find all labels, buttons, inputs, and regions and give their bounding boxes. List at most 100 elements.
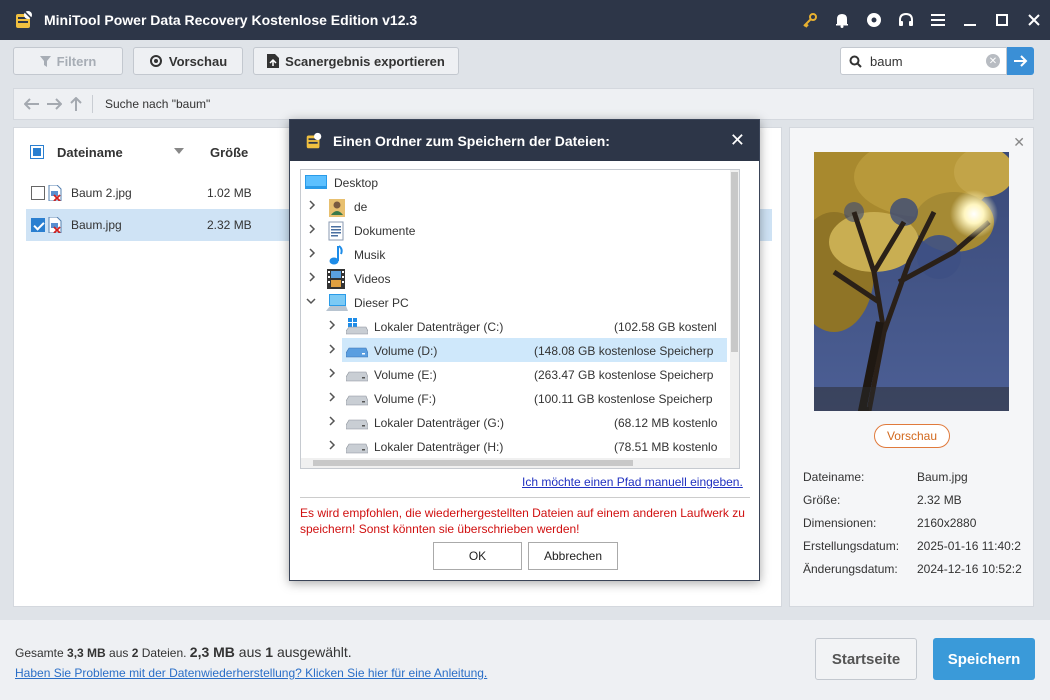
scrollbar-thumb[interactable] <box>313 460 633 466</box>
dialog-title: Einen Ordner zum Speichern der Dateien: <box>333 132 610 149</box>
windows-drive-icon <box>346 318 368 335</box>
bell-icon[interactable] <box>826 0 858 40</box>
tree-label: Dokumente <box>354 224 416 238</box>
tree-label: Desktop <box>334 176 379 190</box>
eye-icon <box>149 55 162 67</box>
maximize-icon[interactable] <box>986 0 1018 40</box>
menu-icon[interactable] <box>922 0 954 40</box>
info-label-filename: Dateiname: <box>803 470 865 484</box>
chevron-right-icon[interactable] <box>327 368 337 378</box>
minimize-icon[interactable] <box>954 0 986 40</box>
info-value-filename: Baum.jpg <box>917 470 968 484</box>
chevron-right-icon[interactable] <box>327 416 337 426</box>
search-go-button[interactable] <box>1007 47 1034 75</box>
summary-prefix: Gesamte <box>15 646 68 660</box>
search-input[interactable]: baum ✕ <box>840 47 1007 75</box>
preview-button-small[interactable]: Vorschau <box>874 424 950 448</box>
documents-icon <box>328 221 344 241</box>
chevron-right-icon[interactable] <box>327 440 337 450</box>
horizontal-scrollbar[interactable] <box>301 458 730 468</box>
info-value-size: 2.32 MB <box>917 493 962 507</box>
search-icon <box>849 55 862 68</box>
filter-label: Filtern <box>56 53 97 69</box>
chevron-right-icon[interactable] <box>327 392 337 402</box>
chevron-right-icon[interactable] <box>307 272 317 282</box>
summary-mid3: aus <box>234 644 266 660</box>
tree-item-drive-d[interactable]: Volume (D:) (148.08 GB kostenlose Speich… <box>342 338 727 362</box>
vertical-scrollbar[interactable] <box>730 170 739 468</box>
tree-label: Lokaler Datenträger (C:) <box>374 320 504 334</box>
info-value-dimensions: 2160x2880 <box>917 516 977 530</box>
chevron-right-icon[interactable] <box>327 344 337 354</box>
forward-arrow-icon[interactable] <box>47 98 62 110</box>
info-label-modified: Änderungsdatum: <box>803 562 898 576</box>
clear-search-icon[interactable]: ✕ <box>986 54 1000 68</box>
divider <box>300 497 750 498</box>
chevron-down-icon[interactable] <box>306 296 316 306</box>
app-logo-icon <box>306 132 322 148</box>
deleted-file-icon <box>48 217 62 233</box>
close-preview-icon[interactable]: ✕ <box>1013 134 1025 151</box>
user-folder-icon <box>329 199 345 217</box>
drive-free-space: (148.08 GB kostenlose Speicherp <box>534 344 714 358</box>
file-name: Baum 2.jpg <box>71 186 132 200</box>
key-icon[interactable] <box>794 0 826 40</box>
info-value-created: 2025-01-16 11:40:2 <box>917 539 1021 553</box>
disc-icon[interactable] <box>858 0 890 40</box>
tree-item-drive-c[interactable]: Lokaler Datenträger (C:) (102.58 GB kost… <box>301 314 731 338</box>
tree-label: Volume (E:) <box>374 368 437 382</box>
preview-image <box>814 152 1009 411</box>
tree-item-user[interactable]: de <box>301 194 731 218</box>
column-name-header[interactable]: Dateiname <box>57 145 123 160</box>
dialog-close-icon[interactable]: ✕ <box>730 130 745 151</box>
summary-selcount: 1 <box>265 644 274 660</box>
summary-mid1: aus <box>105 646 132 660</box>
scrollbar-thumb[interactable] <box>731 172 738 352</box>
help-link[interactable]: Haben Sie Probleme mit der Datenwiederhe… <box>15 666 487 680</box>
tree-item-drive-f[interactable]: Volume (F:) (100.11 GB kostenlose Speich… <box>301 386 731 410</box>
tree-item-desktop[interactable]: Desktop <box>301 170 731 194</box>
select-all-checkbox[interactable] <box>30 145 44 159</box>
row-checkbox[interactable] <box>31 218 45 232</box>
tree-item-drive-g[interactable]: Lokaler Datenträger (G:) (68.12 MB koste… <box>301 410 731 434</box>
folder-tree[interactable]: Desktop de Dokumente Musik Videos Dieser… <box>300 169 740 469</box>
sort-down-icon[interactable] <box>174 148 184 154</box>
headset-icon[interactable] <box>890 0 922 40</box>
file-size: 1.02 MB <box>207 186 252 200</box>
tree-item-music[interactable]: Musik <box>301 242 731 266</box>
up-arrow-icon[interactable] <box>70 97 82 111</box>
export-button[interactable]: Scanergebnis exportieren <box>253 47 459 75</box>
tree-item-documents[interactable]: Dokumente <box>301 218 731 242</box>
chevron-right-icon[interactable] <box>307 224 317 234</box>
cancel-button[interactable]: Abbrechen <box>528 542 618 570</box>
tree-label: Volume (F:) <box>374 392 437 406</box>
save-button[interactable]: Speichern <box>933 638 1035 680</box>
preview-button[interactable]: Vorschau <box>133 47 243 75</box>
tree-item-drive-e[interactable]: Volume (E:) (263.47 GB kostenlose Speich… <box>301 362 731 386</box>
home-button[interactable]: Startseite <box>815 638 917 680</box>
column-size-header[interactable]: Größe <box>210 145 248 160</box>
summary-end: ausgewählt. <box>273 644 352 660</box>
manual-path-link[interactable]: Ich möchte einen Pfad manuell eingeben. <box>522 475 743 489</box>
info-value-modified: 2024-12-16 10:52:2 <box>917 562 1022 576</box>
back-arrow-icon[interactable] <box>24 98 39 110</box>
ok-button[interactable]: OK <box>433 542 522 570</box>
close-icon[interactable] <box>1018 0 1050 40</box>
tree-item-videos[interactable]: Videos <box>301 266 731 290</box>
export-icon <box>267 54 280 68</box>
chevron-right-icon[interactable] <box>307 248 317 258</box>
chevron-right-icon[interactable] <box>307 200 317 210</box>
chevron-right-icon[interactable] <box>327 320 337 330</box>
drive-icon <box>346 443 368 454</box>
filter-button[interactable]: Filtern <box>13 47 123 75</box>
tree-label: Musik <box>354 248 386 262</box>
tree-label: Volume (D:) <box>374 344 438 358</box>
drive-icon <box>346 419 368 430</box>
summary-text: Gesamte 3,3 MB aus 2 Dateien. 2,3 MB aus… <box>15 644 352 660</box>
tree-item-drive-h[interactable]: Lokaler Datenträger (H:) (78.51 MB koste… <box>301 434 731 458</box>
tree-item-this-pc[interactable]: Dieser PC <box>301 290 731 314</box>
row-checkbox[interactable] <box>31 186 45 200</box>
drive-free-space: (102.58 GB kostenl <box>614 320 717 334</box>
deleted-file-icon <box>48 185 62 201</box>
app-title: MiniTool Power Data Recovery Kostenlose … <box>44 12 418 28</box>
